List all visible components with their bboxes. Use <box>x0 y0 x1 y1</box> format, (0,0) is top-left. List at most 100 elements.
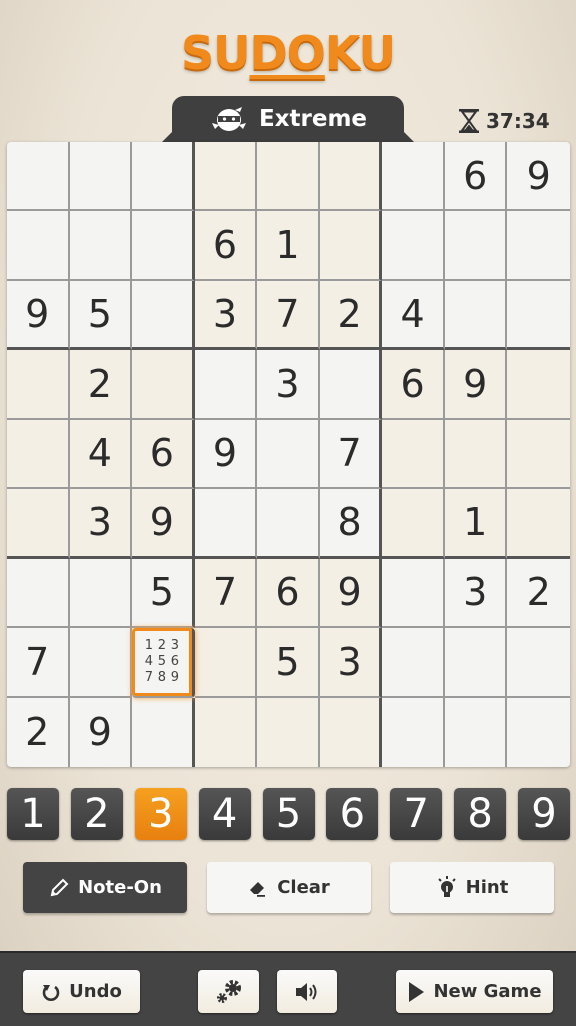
board-cell-r1c2[interactable] <box>69 142 133 212</box>
board-cell-r2c2[interactable] <box>69 211 133 281</box>
board-cell-r2c7[interactable] <box>382 211 445 281</box>
number-button-2[interactable]: 2 <box>70 788 123 840</box>
number-button-8[interactable]: 8 <box>454 788 507 840</box>
board-cell-r2c6[interactable] <box>319 211 383 281</box>
number-button-7[interactable]: 7 <box>390 788 443 840</box>
board-cell-r3c1[interactable]: 9 <box>7 280 70 351</box>
board-cell-r5c4[interactable]: 9 <box>194 419 258 490</box>
board-cell-r9c3[interactable] <box>132 697 195 767</box>
board-cell-r1c7[interactable] <box>382 142 445 212</box>
board-cell-r1c4[interactable] <box>194 142 258 212</box>
board-cell-r4c3[interactable] <box>132 350 195 420</box>
board-cell-r9c9[interactable] <box>507 698 570 767</box>
board-cell-r1c1[interactable] <box>7 142 70 212</box>
board-cell-r5c5[interactable] <box>257 419 320 490</box>
hint-button[interactable]: Hint <box>390 862 554 913</box>
board-cell-r9c8[interactable] <box>445 697 508 767</box>
board-cell-r8c6[interactable]: 3 <box>319 628 383 698</box>
board-cell-r4c4[interactable] <box>194 350 258 420</box>
board-cell-r4c5[interactable]: 3 <box>257 350 320 420</box>
board-cell-r2c1[interactable] <box>7 211 70 281</box>
sound-button[interactable] <box>277 970 337 1013</box>
board-cell-r8c4[interactable] <box>194 628 258 698</box>
board-cell-r9c7[interactable] <box>382 697 445 767</box>
board-cell-r6c6[interactable]: 8 <box>319 489 383 559</box>
board-cell-r6c4[interactable] <box>194 489 258 559</box>
board-cell-r4c2[interactable]: 2 <box>69 350 133 420</box>
board-cell-r9c6[interactable] <box>319 697 383 767</box>
board-cell-r2c4[interactable]: 6 <box>194 211 258 281</box>
board-cell-r1c6[interactable] <box>319 142 383 212</box>
board-cell-r1c9[interactable]: 9 <box>507 142 570 212</box>
board-cell-r8c3[interactable]: 123456789 <box>132 628 195 698</box>
note-toggle-button[interactable]: Note-On <box>23 862 187 913</box>
board-cell-r7c9[interactable]: 2 <box>507 559 570 629</box>
board-cell-r8c8[interactable] <box>444 628 508 698</box>
board-cell-r3c2[interactable]: 5 <box>69 280 133 351</box>
board-cell-r4c8[interactable]: 9 <box>444 350 508 420</box>
board-cell-r5c9[interactable] <box>507 419 570 490</box>
board-cell-r7c2[interactable] <box>69 558 133 629</box>
board-cell-r4c1[interactable] <box>7 350 70 420</box>
board-cell-r2c9[interactable] <box>507 211 570 281</box>
board-cell-r9c5[interactable] <box>257 697 320 767</box>
number-button-6[interactable]: 6 <box>326 788 379 840</box>
clear-button[interactable]: Clear <box>206 862 371 913</box>
board-cell-r5c1[interactable] <box>7 419 70 490</box>
board-cell-r5c7[interactable] <box>382 419 445 490</box>
board-cell-r3c6[interactable]: 2 <box>319 280 383 351</box>
board-cell-r4c6[interactable] <box>319 350 383 420</box>
board-cell-r5c2[interactable]: 4 <box>69 419 133 490</box>
number-button-5[interactable]: 5 <box>262 788 315 840</box>
board-cell-r6c9[interactable] <box>507 489 570 559</box>
board-cell-r7c6[interactable]: 9 <box>319 558 383 629</box>
board-cell-r7c7[interactable] <box>382 558 445 629</box>
board-cell-r7c8[interactable]: 3 <box>444 558 508 629</box>
board-cell-r7c5[interactable]: 6 <box>257 558 320 629</box>
board-cell-r8c9[interactable] <box>507 628 570 698</box>
board-cell-r9c2[interactable]: 9 <box>70 697 133 767</box>
board-cell-r1c3[interactable] <box>132 142 195 212</box>
number-button-9[interactable]: 9 <box>518 788 570 840</box>
board-cell-r7c3[interactable]: 5 <box>132 558 195 629</box>
board-cell-r6c3[interactable]: 9 <box>132 489 195 559</box>
cell-value: 2 <box>25 710 50 755</box>
board-cell-r9c4[interactable] <box>194 697 258 767</box>
board-cell-r8c1[interactable]: 7 <box>7 628 70 698</box>
board-cell-r8c7[interactable] <box>382 628 445 698</box>
board-cell-r2c8[interactable] <box>444 211 508 281</box>
board-cell-r4c7[interactable]: 6 <box>382 350 445 420</box>
board-cell-r5c3[interactable]: 6 <box>132 419 195 490</box>
board-cell-r4c9[interactable] <box>507 350 570 420</box>
number-button-1[interactable]: 1 <box>7 788 59 840</box>
board-cell-r3c3[interactable] <box>132 280 195 351</box>
board-cell-r6c2[interactable]: 3 <box>69 489 133 559</box>
board-cell-r8c5[interactable]: 5 <box>257 628 320 698</box>
board-cell-r2c3[interactable] <box>132 211 195 281</box>
new-game-button[interactable]: New Game <box>396 970 553 1013</box>
board-cell-r6c1[interactable] <box>7 489 70 559</box>
board-cell-r6c5[interactable] <box>257 489 320 559</box>
board-cell-r9c1[interactable]: 2 <box>7 697 70 767</box>
board-cell-r6c7[interactable] <box>382 489 445 559</box>
number-button-4[interactable]: 4 <box>198 788 251 840</box>
board-cell-r1c5[interactable] <box>257 142 320 212</box>
board-cell-r3c9[interactable] <box>507 281 570 351</box>
number-button-3[interactable]: 3 <box>134 788 187 840</box>
board-cell-r3c4[interactable]: 3 <box>194 280 258 351</box>
board-cell-r6c8[interactable]: 1 <box>444 489 508 559</box>
board-cell-r1c8[interactable]: 6 <box>444 142 508 212</box>
board-cell-r5c6[interactable]: 7 <box>319 419 383 490</box>
settings-button[interactable] <box>198 970 259 1013</box>
board-cell-r3c8[interactable] <box>444 280 508 351</box>
board-cell-r3c5[interactable]: 7 <box>257 280 320 351</box>
board-cell-r7c4[interactable]: 7 <box>194 558 258 629</box>
board-cell-r7c1[interactable] <box>7 558 70 629</box>
cell-value: 7 <box>275 292 300 337</box>
board-cell-r3c7[interactable]: 4 <box>382 280 445 351</box>
undo-button[interactable]: Undo <box>23 970 140 1013</box>
board-cell-r8c2[interactable] <box>69 628 133 698</box>
board-cell-r2c5[interactable]: 1 <box>257 211 320 281</box>
difficulty-label: Extreme <box>258 106 368 132</box>
board-cell-r5c8[interactable] <box>444 419 508 490</box>
